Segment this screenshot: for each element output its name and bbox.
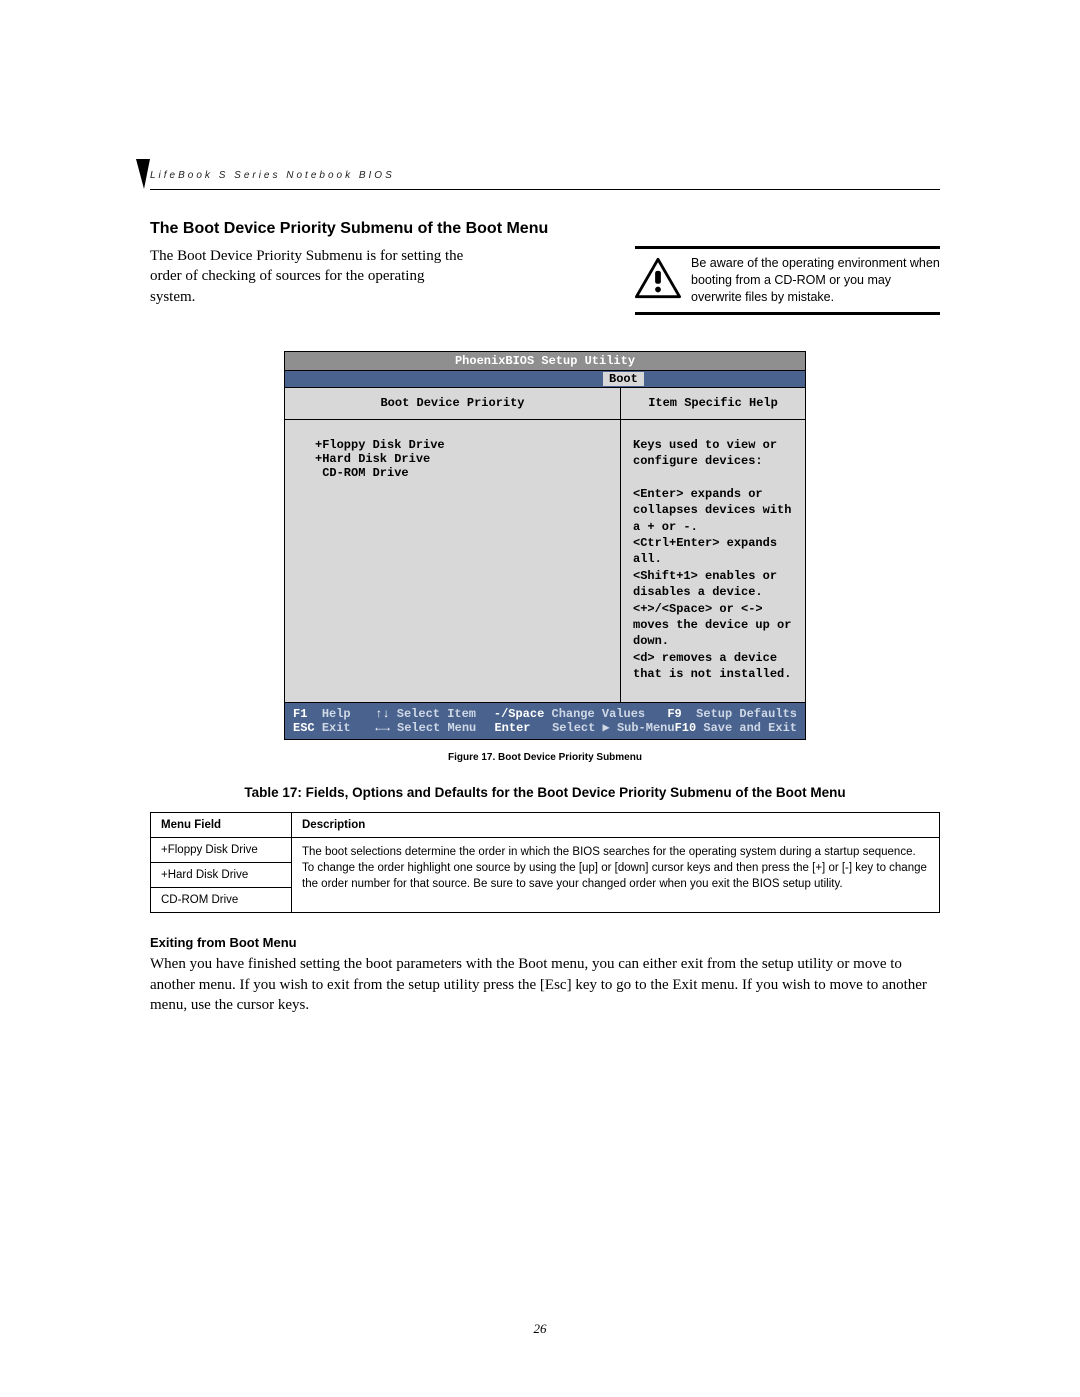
table-row: +Hard Disk Drive — [151, 863, 292, 888]
intro-paragraph: The Boot Device Priority Submenu is for … — [150, 246, 470, 307]
table-description-cell: The boot selections determine the order … — [292, 838, 940, 913]
figure-caption: Figure 17. Boot Device Priority Submenu — [150, 752, 940, 763]
warning-text: Be aware of the operating environment wh… — [691, 255, 940, 306]
th-description: Description — [292, 813, 940, 838]
bios-menubar: Boot — [285, 371, 805, 387]
table-title: Table 17: Fields, Options and Defaults f… — [150, 785, 940, 800]
bios-footer: F1 Help ↑↓ Select Item -/Space Change Va… — [285, 703, 805, 740]
bios-right-title: Item Specific Help — [621, 388, 805, 419]
bios-help-text: Keys used to view orconfigure devices: <… — [621, 420, 805, 702]
page-number: 26 — [0, 1321, 1080, 1337]
header-rule — [150, 189, 940, 190]
corner-tick-icon — [136, 159, 150, 189]
bios-left-title: Boot Device Priority — [285, 388, 620, 419]
bios-active-tab: Boot — [603, 372, 644, 386]
bios-title: PhoenixBIOS Setup Utility — [285, 352, 805, 371]
bios-screenshot: PhoenixBIOS Setup Utility Boot Boot Devi… — [284, 351, 806, 740]
fields-table: Menu Field Description +Floppy Disk Driv… — [150, 812, 940, 913]
running-head: LifeBook S Series Notebook BIOS — [150, 170, 395, 181]
th-menu-field: Menu Field — [151, 813, 292, 838]
section-title: The Boot Device Priority Submenu of the … — [150, 220, 940, 238]
exit-paragraph: When you have finished setting the boot … — [150, 954, 940, 1015]
table-row: +Floppy Disk Drive — [151, 838, 292, 863]
warning-callout: Be aware of the operating environment wh… — [635, 246, 940, 315]
exit-heading: Exiting from Boot Menu — [150, 935, 940, 950]
table-row: CD-ROM Drive — [151, 888, 292, 913]
bios-device-list: +Floppy Disk Drive +Hard Disk Drive CD-R… — [285, 420, 620, 686]
warning-icon — [635, 255, 681, 306]
